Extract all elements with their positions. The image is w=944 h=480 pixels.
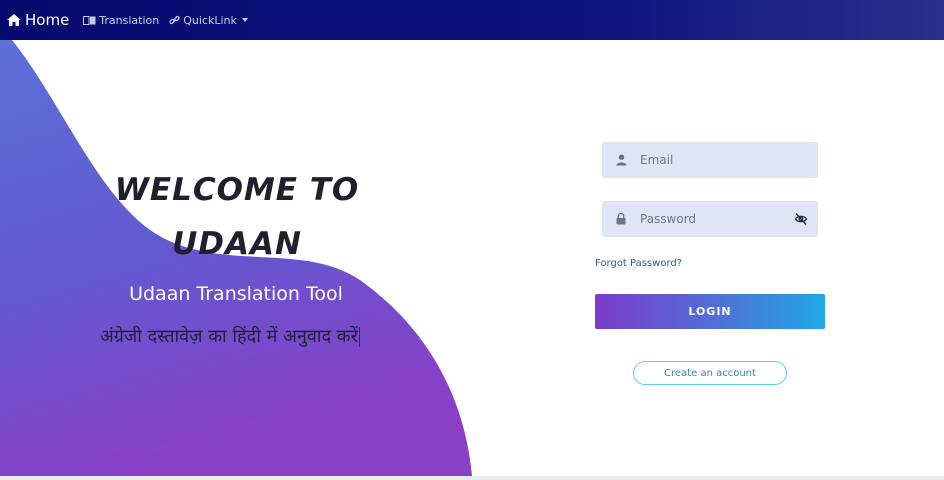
hindi-tagline-text: अंग्रेजी दस्तावेज़ का हिंदी में अनुवाद क… [100,326,358,347]
user-icon [602,154,640,166]
welcome-line-1: WELCOME TO [114,172,360,208]
welcome-line-2: UDAAN [172,226,302,262]
email-field-wrapper [602,142,818,178]
nav-quicklink-label: QuickLink [183,13,237,27]
chevron-down-icon [241,18,248,22]
nav-quicklink-dropdown[interactable]: QuickLink [169,14,248,27]
bottom-divider [0,476,944,480]
password-input[interactable] [640,212,780,226]
home-icon [6,13,22,27]
eye-slash-icon[interactable] [794,211,808,230]
welcome-heading: WELCOME TO UDAAN [88,163,386,271]
nav-translation-label: Translation [99,13,160,27]
email-input[interactable] [640,153,780,167]
password-field-wrapper [602,201,818,237]
nav-translation[interactable]: Translation [83,14,159,27]
lock-icon [602,213,640,225]
login-button[interactable]: LOGIN [595,294,825,329]
hindi-tagline: अंग्रेजी दस्तावेज़ का हिंदी में अनुवाद क… [60,324,400,348]
nav-home[interactable]: Home [6,11,69,29]
link-icon [169,15,180,26]
create-account-button[interactable]: Create an account [633,361,787,385]
top-navbar: Home Translation QuickLink [0,0,944,40]
forgot-password-link[interactable]: Forgot Password? [595,258,682,269]
language-icon [83,15,96,25]
nav-home-label: Home [25,11,70,29]
text-cursor [358,327,360,347]
tool-subtitle: Udaan Translation Tool [129,283,343,305]
